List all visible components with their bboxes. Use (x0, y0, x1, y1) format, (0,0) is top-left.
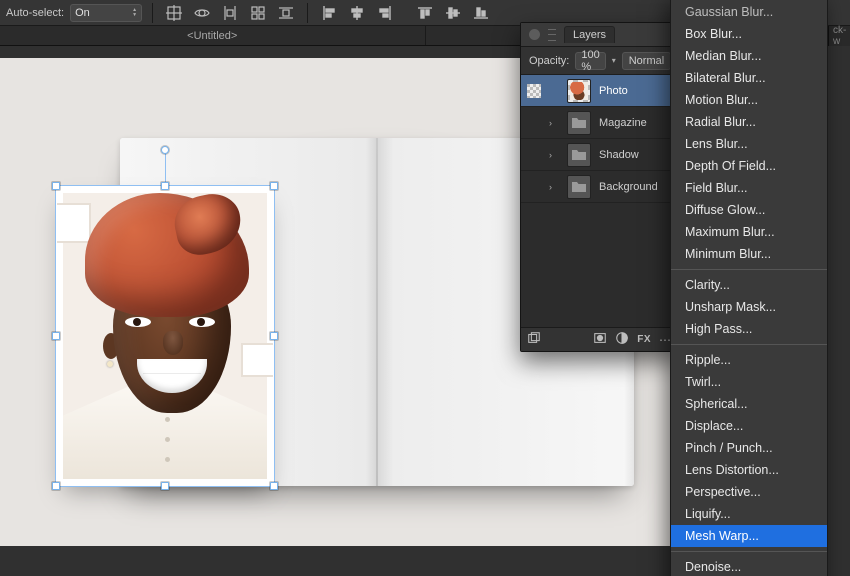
resize-handle-tr[interactable] (270, 182, 278, 190)
chevron-down-icon[interactable]: ▾ (612, 56, 616, 65)
resize-handle-br[interactable] (270, 482, 278, 490)
disclosure-icon[interactable]: › (549, 118, 559, 128)
menu-item-clarity[interactable]: Clarity... (671, 274, 827, 296)
menu-item-motion-blur[interactable]: Motion Blur... (671, 89, 827, 111)
layer-name: Photo (599, 85, 628, 97)
separator (152, 3, 153, 23)
separator (307, 3, 308, 23)
menu-item-gaussian-blur[interactable]: Gaussian Blur... (671, 1, 827, 23)
resize-handle-tl[interactable] (52, 182, 60, 190)
show-alignment-icon[interactable] (191, 3, 213, 23)
menu-item-high-pass[interactable]: High Pass... (671, 318, 827, 340)
menu-item-field-blur[interactable]: Field Blur... (671, 177, 827, 199)
app-root: Auto-select: On ▲▼ <Untitled> Magazine M… (0, 0, 850, 576)
grip-icon[interactable] (548, 29, 556, 41)
menu-item-perspective[interactable]: Perspective... (671, 481, 827, 503)
layer-name: Magazine (599, 117, 647, 129)
layer-thumbnail (567, 79, 591, 103)
menu-separator (671, 269, 827, 270)
menu-item-box-blur[interactable]: Box Blur... (671, 23, 827, 45)
layers-panel[interactable]: Layers Opacity: 100 % ▾ Normal Photo › Mag… (520, 22, 678, 352)
layer-row-background[interactable]: › Background (521, 171, 677, 203)
layers-tab[interactable]: Layers (564, 26, 615, 43)
layers-footer: FX ⋯ (521, 327, 677, 351)
checker-icon[interactable] (527, 84, 541, 98)
layers-options: Opacity: 100 % ▾ Normal (521, 47, 677, 75)
menu-item-minimum-blur[interactable]: Minimum Blur... (671, 243, 827, 265)
layer-name: Shadow (599, 149, 639, 161)
layer-row-photo[interactable]: Photo (521, 75, 677, 107)
close-icon[interactable] (529, 29, 540, 40)
layer-row-magazine[interactable]: › Magazine (521, 107, 677, 139)
menu-item-maximum-blur[interactable]: Maximum Blur... (671, 221, 827, 243)
menu-separator (671, 344, 827, 345)
opacity-input[interactable]: 100 % (575, 52, 605, 70)
align-top-icon[interactable] (414, 3, 436, 23)
menu-item-bilateral-blur[interactable]: Bilateral Blur... (671, 67, 827, 89)
folder-icon (567, 143, 591, 167)
menu-item-unsharp-mask[interactable]: Unsharp Mask... (671, 296, 827, 318)
menu-item-depth-of-field[interactable]: Depth Of Field... (671, 155, 827, 177)
document-tab-untitled[interactable]: <Untitled> (0, 26, 426, 45)
rotation-stem (165, 152, 166, 182)
align-center-v-icon[interactable] (442, 3, 464, 23)
resize-handle-ml[interactable] (52, 332, 60, 340)
menu-item-mesh-warp[interactable]: Mesh Warp... (671, 525, 827, 547)
layer-list: Photo › Magazine › Shadow › Background (521, 75, 677, 327)
document-tab-fragment[interactable]: ck-w (828, 26, 850, 46)
mask-icon[interactable] (593, 331, 607, 348)
align-left-icon[interactable] (318, 3, 340, 23)
menu-item-displace[interactable]: Displace... (671, 415, 827, 437)
menu-item-radial-blur[interactable]: Radial Blur... (671, 111, 827, 133)
align-bottom-icon[interactable] (470, 3, 492, 23)
stepper-icon: ▲▼ (132, 8, 137, 18)
align-right-icon[interactable] (374, 3, 396, 23)
folder-icon (567, 111, 591, 135)
menu-item-diffuse-glow[interactable]: Diffuse Glow... (671, 199, 827, 221)
resize-handle-bm[interactable] (161, 482, 169, 490)
rotation-handle[interactable] (161, 146, 169, 154)
layer-group-icon[interactable] (527, 331, 541, 348)
auto-select-value: On (75, 7, 90, 19)
menu-item-spherical[interactable]: Spherical... (671, 393, 827, 415)
menu-item-denoise[interactable]: Denoise... (671, 556, 827, 576)
blend-mode-dropdown[interactable]: Normal (622, 52, 671, 70)
menu-separator (671, 551, 827, 552)
resize-handle-tm[interactable] (161, 182, 169, 190)
filters-menu[interactable]: Gaussian Blur...Box Blur...Median Blur..… (670, 0, 828, 576)
folder-icon (567, 175, 591, 199)
menu-item-pinch-punch[interactable]: Pinch / Punch... (671, 437, 827, 459)
menu-item-lens-distortion[interactable]: Lens Distortion... (671, 459, 827, 481)
visibility-icon[interactable] (527, 180, 541, 194)
adjustment-icon[interactable] (615, 331, 629, 348)
align-center-h-icon[interactable] (346, 3, 368, 23)
auto-select-dropdown[interactable]: On ▲▼ (70, 4, 142, 22)
menu-item-lens-blur[interactable]: Lens Blur... (671, 133, 827, 155)
menu-item-liquify[interactable]: Liquify... (671, 503, 827, 525)
menu-item-median-blur[interactable]: Median Blur... (671, 45, 827, 67)
opacity-label: Opacity: (529, 55, 569, 67)
menu-item-ripple[interactable]: Ripple... (671, 349, 827, 371)
disclosure-icon[interactable]: › (549, 182, 559, 192)
layers-titlebar[interactable]: Layers (521, 23, 677, 47)
align-screen-center-icon[interactable] (163, 3, 185, 23)
photo-image (56, 186, 274, 486)
layer-name: Background (599, 181, 658, 193)
fx-icon[interactable]: FX (637, 334, 651, 345)
align-grid-icon[interactable] (247, 3, 269, 23)
resize-handle-mr[interactable] (270, 332, 278, 340)
align-vertical-icon[interactable] (275, 3, 297, 23)
visibility-icon[interactable] (527, 116, 541, 130)
align-horizontal-icon[interactable] (219, 3, 241, 23)
disclosure-icon[interactable]: › (549, 150, 559, 160)
resize-handle-bl[interactable] (52, 482, 60, 490)
visibility-icon[interactable] (527, 148, 541, 162)
menu-item-twirl[interactable]: Twirl... (671, 371, 827, 393)
auto-select-label: Auto-select: (6, 7, 64, 19)
selected-photo-layer[interactable] (56, 186, 274, 486)
layer-row-shadow[interactable]: › Shadow (521, 139, 677, 171)
